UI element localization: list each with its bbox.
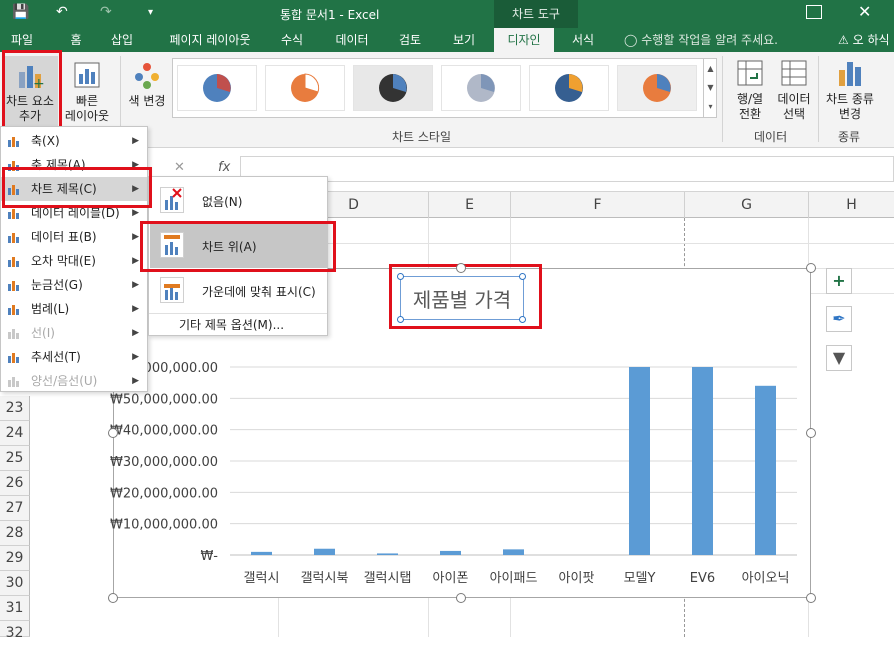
y-tick-label: ₩20,000,000.00 [110,486,218,501]
up-down-bars-icon [8,377,19,387]
error-bars-icon [8,257,19,267]
menu-item-axes[interactable]: 축(X) ▶ [1,129,147,153]
x-tick-label: 갤럭시탭 [364,571,412,586]
x-tick-label: 갤럭시 [244,571,280,586]
x-tick-label: 아이오닉 [742,571,790,586]
x-tick-label: 아이패드 [490,571,538,586]
submenu-arrow-icon: ▶ [132,328,139,338]
menu-item-label: 데이터 표(B) [31,230,97,244]
resize-handle[interactable] [108,593,118,603]
highlight-chart-title [389,264,542,329]
menu-item-lines: 선(I) ▶ [1,321,147,345]
x-tick-label: 모델Y [624,571,656,586]
bar-모델Y[interactable] [629,367,650,555]
menu-item-error-bars[interactable]: 오차 막대(E) ▶ [1,249,147,273]
menu-item-label: 범례(L) [31,302,70,316]
resize-handle[interactable] [108,428,118,438]
menu-item-title-centered[interactable]: 가운데에 맞춰 표시(C) [150,269,327,313]
chart-styles-brush-icon[interactable]: ✒ [826,306,852,332]
resize-handle[interactable] [456,593,466,603]
x-tick-label: EV6 [690,571,715,586]
data-table-icon [8,233,19,243]
submenu-arrow-icon: ▶ [132,280,139,290]
highlight-chart-title-item [2,167,152,208]
bar-아이폰[interactable] [440,550,461,555]
menu-divider [149,313,327,314]
bar-갤럭시탭[interactable] [377,553,398,555]
resize-handle[interactable] [456,263,466,273]
bar-EV6[interactable] [692,367,713,555]
y-tick-label: ₩- [200,549,218,564]
submenu-arrow-icon: ▶ [132,232,139,242]
y-tick-label: ₩40,000,000.00 [110,424,218,439]
bar-아이패드[interactable] [503,549,524,555]
menu-item-gridlines[interactable]: 눈금선(G) ▶ [1,273,147,297]
add-chart-element-menu: 축(X) ▶ 축 제목(A) ▶ 차트 제목(C) ▶ 데이터 레이블(D) ▶ 데이터 표(B… [0,126,148,392]
resize-handle[interactable] [806,593,816,603]
y-tick-label: ₩30,000,000.00 [110,455,218,470]
trendline-icon [8,353,19,363]
menu-item-label: 축(X) [31,134,60,148]
bar-갤럭시[interactable] [251,551,272,555]
legend-icon [8,305,19,315]
chart-elements-plus-icon[interactable]: + [826,268,852,294]
menu-item-title-none[interactable]: 없음(N) [150,179,327,223]
x-tick-label: 아이폰 [433,571,469,586]
menu-item-label: 추세선(T) [31,350,81,364]
y-tick-label: ₩50,000,000.00 [110,392,218,407]
menu-item-label: 눈금선(G) [31,278,83,292]
chart-filter-icon[interactable]: ▼ [826,345,852,371]
title-centered-overlay-icon [160,277,184,303]
menu-item-label: 오차 막대(E) [31,254,96,268]
title-none-icon [160,187,184,213]
menu-item-up-down-bars: 양선/음선(U) ▶ [1,369,147,393]
resize-handle[interactable] [806,263,816,273]
resize-handle[interactable] [806,428,816,438]
menu-item-label: 양선/음선(U) [31,374,98,388]
highlight-above-chart [140,221,336,272]
menu-item-label: 선(I) [31,326,55,340]
lines-icon [8,329,19,339]
y-tick-label: ₩10,000,000.00 [110,518,218,533]
x-tick-label: 갤럭시북 [301,571,349,586]
gridlines-icon [8,281,19,291]
submenu-arrow-icon: ▶ [132,256,139,266]
menu-item-more-title-options[interactable]: 기타 제목 옵션(M)... [179,315,284,335]
menu-item-trendline[interactable]: 추세선(T) ▶ [1,345,147,369]
menu-item-legend[interactable]: 범례(L) ▶ [1,297,147,321]
submenu-arrow-icon: ▶ [132,376,139,386]
bar-갤럭시북[interactable] [314,548,335,555]
submenu-arrow-icon: ▶ [132,352,139,362]
bar-아이오닉[interactable] [755,385,776,555]
x-tick-label: 아이팟 [559,571,595,586]
axes-icon [8,137,19,147]
menu-item-data-table[interactable]: 데이터 표(B) ▶ [1,225,147,249]
submenu-arrow-icon: ▶ [132,136,139,146]
submenu-arrow-icon: ▶ [132,304,139,314]
